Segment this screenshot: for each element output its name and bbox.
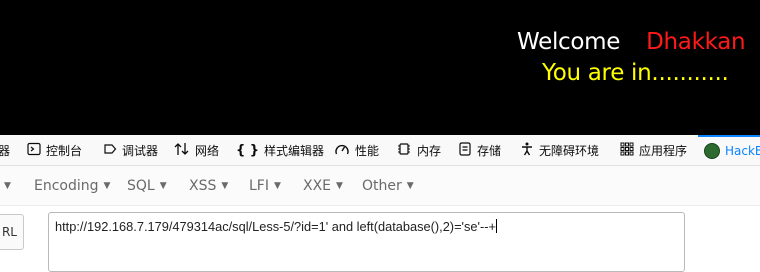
tab-label: 内存: [417, 143, 442, 158]
tab-performance[interactable]: 性能: [334, 135, 379, 165]
welcome-line: Welcome Dhakkan: [517, 28, 746, 56]
chevron-down-icon: ▼: [103, 180, 111, 191]
hackbar-icon: [704, 143, 720, 159]
url-input[interactable]: http://192.168.7.179/479314ac/sql/Less-5…: [48, 212, 685, 272]
tab-label: 控制台: [46, 143, 83, 158]
tab-label: 应用程序: [639, 143, 688, 158]
chevron-down-icon: ▼: [221, 180, 229, 191]
hackbar-menu-bar: ▼ Encoding ▼ SQL ▼ XSS ▼ LFI ▼ XXE ▼ Other ▼: [0, 166, 760, 206]
text-cursor: [495, 219, 497, 233]
login-status-text: You are in...........: [542, 60, 729, 86]
tab-accessibility[interactable]: 无障碍环境: [520, 135, 599, 165]
tab-debugger[interactable]: 调试器: [103, 135, 158, 165]
menu-xxe[interactable]: XXE ▼: [303, 166, 343, 205]
menu-other[interactable]: Other ▼: [362, 166, 414, 205]
tab-label: HackB: [725, 144, 760, 158]
performance-icon: [334, 142, 350, 159]
menu-label: XSS: [189, 177, 217, 194]
tab-label: 性能: [355, 143, 380, 158]
chevron-down-icon: ▼: [273, 180, 281, 191]
web-page-viewport: Welcome Dhakkan You are in...........: [0, 0, 760, 135]
menu-xss[interactable]: XSS ▼: [189, 166, 228, 205]
tab-label: 存储: [477, 143, 502, 158]
console-icon: [27, 142, 41, 159]
tab-application[interactable]: 应用程序: [620, 135, 687, 165]
url-input-value: http://192.168.7.179/479314ac/sql/Less-5…: [55, 219, 496, 234]
application-icon: [620, 142, 634, 159]
menu-label: XXE: [303, 177, 332, 194]
menu-encoding[interactable]: Encoding ▼: [34, 166, 110, 205]
tab-storage[interactable]: 存储: [458, 135, 501, 165]
accessibility-icon: [520, 142, 534, 159]
load-url-button[interactable]: RL: [0, 214, 24, 250]
hackbar-content: RL http://192.168.7.179/479314ac/sql/Les…: [0, 206, 760, 272]
menu-label: Encoding: [34, 177, 99, 194]
tab-style-editor[interactable]: { } 样式编辑器: [236, 135, 324, 165]
tab-label: 样式编辑器: [264, 143, 325, 158]
tab-network[interactable]: 网络: [174, 135, 219, 165]
menu-lfi[interactable]: LFI ▼: [249, 166, 281, 205]
welcome-text: Welcome: [517, 29, 621, 55]
debugger-icon: [103, 142, 117, 159]
menu-label: Other: [362, 177, 402, 194]
tab-label: 器: [0, 143, 11, 158]
username-text: Dhakkan: [646, 29, 746, 55]
chevron-down-icon: ▼: [4, 180, 11, 191]
network-icon: [174, 142, 190, 159]
chevron-down-icon: ▼: [406, 180, 414, 191]
menu-label: LFI: [249, 177, 269, 194]
tab-hackbar[interactable]: HackB: [698, 135, 760, 165]
chevron-down-icon: ▼: [159, 180, 167, 191]
tab-console[interactable]: 控制台: [27, 135, 82, 165]
chevron-down-icon: ▼: [336, 180, 343, 191]
tab-label: 调试器: [122, 143, 159, 158]
tab-memory[interactable]: 内存: [396, 135, 441, 165]
tab-inspector[interactable]: 器: [0, 135, 10, 165]
devtools-tab-bar: 器 控制台 调试器 网络 { } 样式编辑器 性能 内存 存储 无障碍环境 应用…: [0, 135, 760, 166]
style-editor-icon: { }: [236, 142, 260, 158]
storage-icon: [458, 141, 472, 159]
memory-icon: [396, 142, 412, 159]
menu-previous-dropdown[interactable]: ▼: [4, 166, 11, 205]
menu-sql[interactable]: SQL ▼: [127, 166, 167, 205]
tab-label: 网络: [195, 143, 220, 158]
tab-label: 无障碍环境: [539, 143, 600, 158]
menu-label: SQL: [127, 177, 155, 194]
